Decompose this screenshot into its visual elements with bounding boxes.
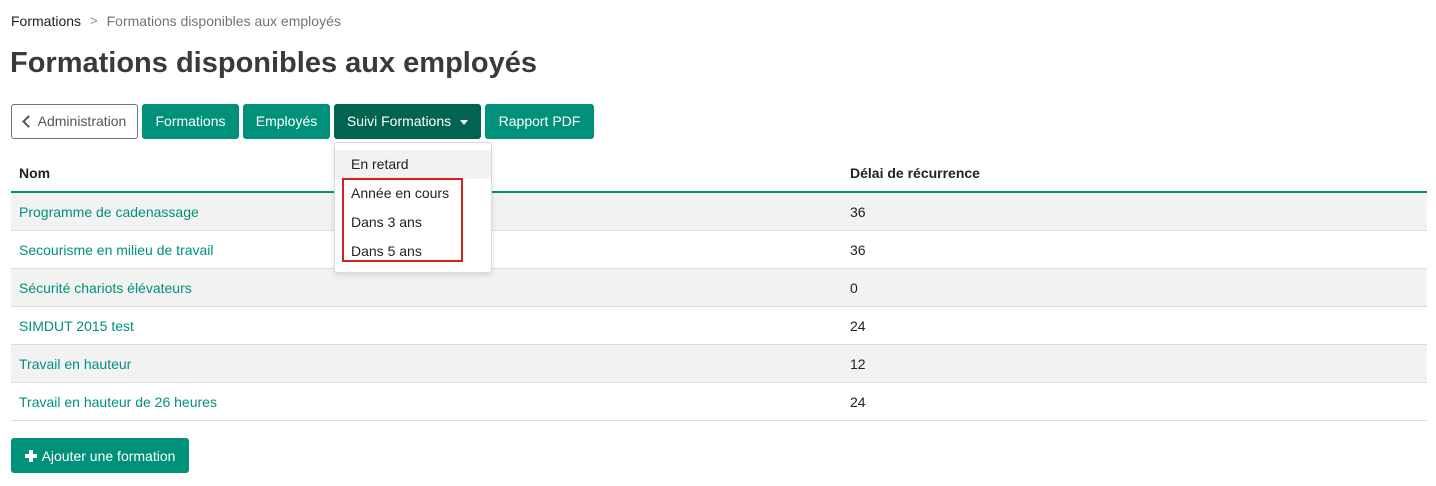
suivi-formations-dropdown-button[interactable]: Suivi Formations	[334, 104, 481, 139]
table-cell-recurrence: 12	[842, 344, 1427, 383]
table-row: Sécurité chariots élévateurs 0	[11, 268, 1427, 307]
table-cell-recurrence: 36	[842, 192, 1427, 231]
table-cell-name: Sécurité chariots élévateurs	[11, 268, 842, 307]
table-cell-recurrence: 0	[842, 268, 1427, 307]
rapport-pdf-label: Rapport PDF	[498, 113, 581, 129]
table-cell-recurrence: 36	[842, 230, 1427, 269]
breadcrumb: Formations > Formations disponibles aux …	[11, 12, 341, 30]
dropdown-item-en-retard[interactable]: En retard	[335, 150, 491, 179]
employes-button[interactable]: Employés	[243, 104, 330, 139]
table-row: Travail en hauteur 12	[11, 344, 1427, 383]
employes-button-label: Employés	[255, 113, 318, 129]
column-header-delai[interactable]: Délai de récurrence	[842, 155, 1427, 193]
page: Formations > Formations disponibles aux …	[0, 0, 1436, 486]
suivi-formations-label: Suivi Formations	[346, 113, 452, 129]
dropdown-item-annee-en-cours[interactable]: Année en cours	[335, 179, 491, 208]
table-header-row: Nom Délai de récurrence	[11, 155, 1427, 193]
add-formation-button[interactable]: Ajouter une formation	[11, 438, 189, 473]
table-cell-name: Travail en hauteur	[11, 344, 842, 383]
formations-button[interactable]: Formations	[142, 104, 239, 139]
formation-link[interactable]: Secourisme en milieu de travail	[19, 242, 214, 258]
chevron-left-icon	[21, 115, 35, 128]
formation-link[interactable]: Travail en hauteur	[19, 356, 131, 372]
table-row: SIMDUT 2015 test 24	[11, 306, 1427, 345]
table-cell-recurrence: 24	[842, 382, 1427, 421]
toolbar: Administration Formations Employés Suivi…	[11, 104, 598, 139]
administration-back-label: Administration	[37, 113, 127, 129]
table-row: Secourisme en milieu de travail 36	[11, 230, 1427, 269]
table-cell-recurrence: 24	[842, 306, 1427, 345]
table-row: Travail en hauteur de 26 heures 24	[11, 382, 1427, 421]
formations-table: Nom Délai de récurrence Programme de cad…	[11, 155, 1427, 421]
administration-back-button[interactable]: Administration	[11, 104, 138, 139]
plus-icon	[24, 449, 37, 462]
rapport-pdf-button[interactable]: Rapport PDF	[485, 104, 594, 139]
formations-button-label: Formations	[155, 113, 226, 129]
add-formation-label: Ajouter une formation	[41, 447, 176, 464]
breadcrumb-separator: >	[90, 13, 98, 28]
formation-link[interactable]: Sécurité chariots élévateurs	[19, 280, 192, 296]
breadcrumb-current: Formations disponibles aux employés	[106, 13, 341, 29]
table-cell-name: SIMDUT 2015 test	[11, 306, 842, 345]
breadcrumb-formations-link[interactable]: Formations	[11, 12, 81, 30]
dropdown-item-dans-5-ans[interactable]: Dans 5 ans	[335, 237, 491, 266]
dropdown-item-dans-3-ans[interactable]: Dans 3 ans	[335, 208, 491, 237]
formation-link[interactable]: Programme de cadenassage	[19, 204, 199, 220]
formation-link[interactable]: Travail en hauteur de 26 heures	[19, 394, 217, 410]
caret-down-icon	[460, 119, 469, 125]
suivi-formations-dropdown-menu: En retard Année en cours Dans 3 ans Dans…	[334, 142, 492, 273]
table-row: Programme de cadenassage 36	[11, 192, 1427, 231]
formation-link[interactable]: SIMDUT 2015 test	[19, 318, 134, 334]
table-cell-name: Travail en hauteur de 26 heures	[11, 382, 842, 421]
page-title: Formations disponibles aux employés	[10, 47, 537, 79]
